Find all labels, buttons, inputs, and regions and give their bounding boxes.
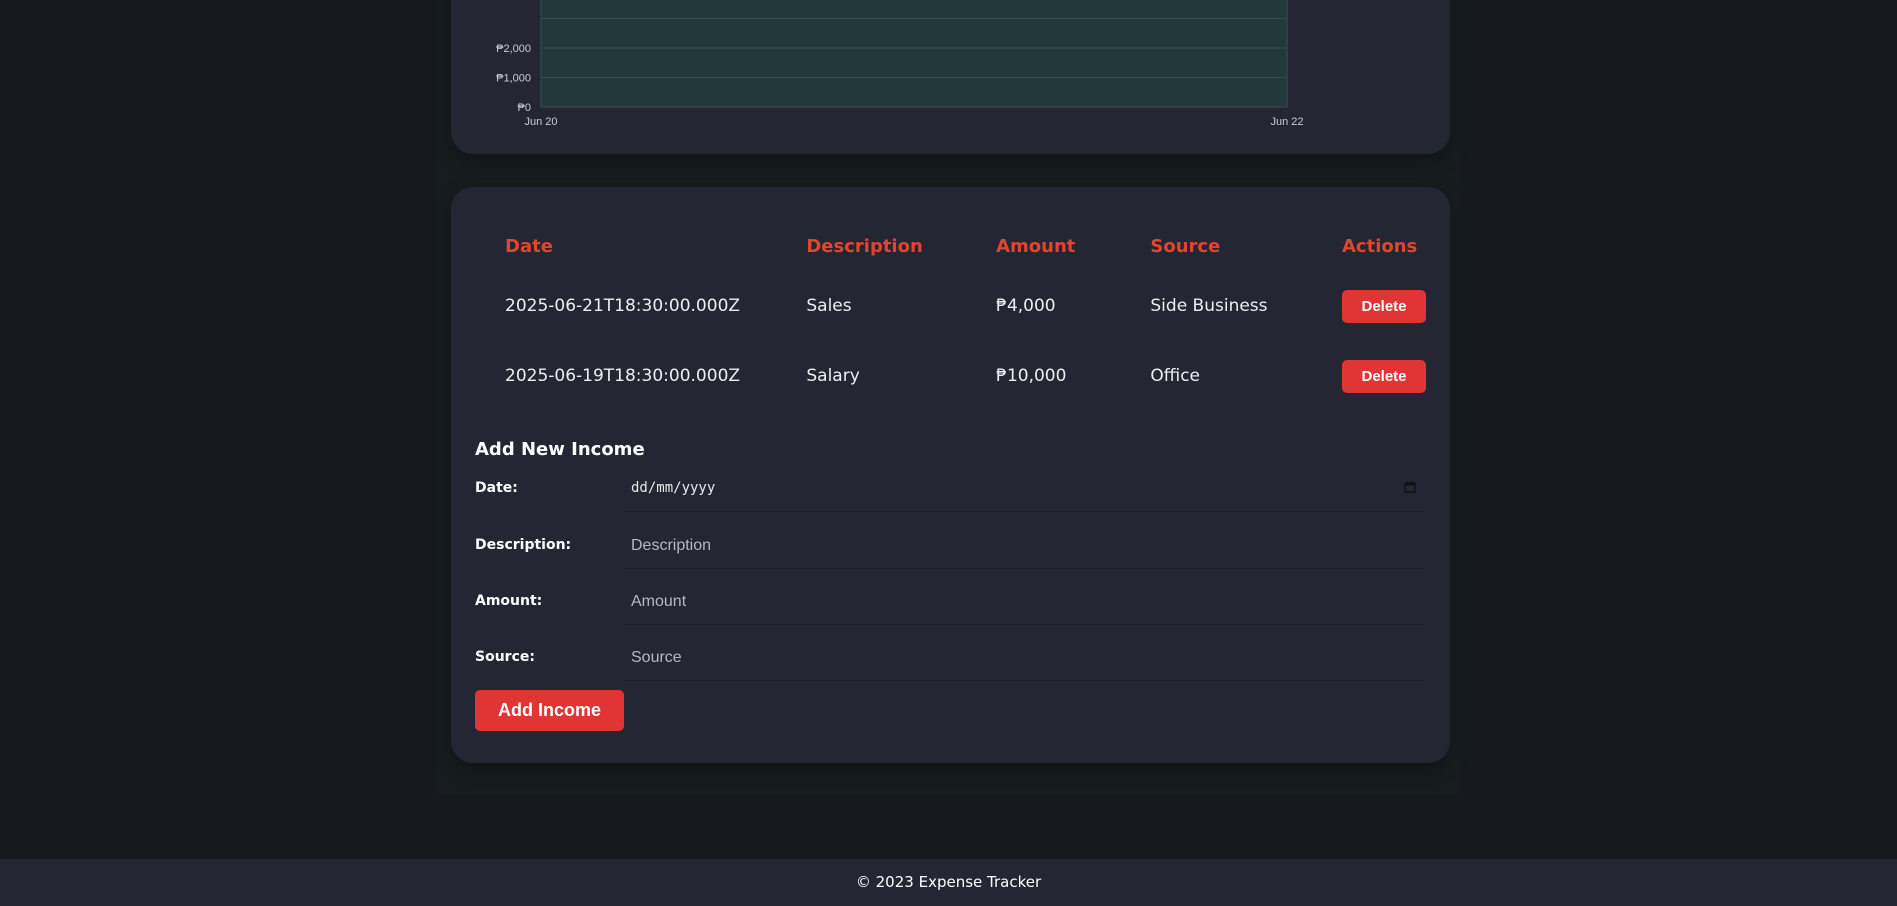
x-tick-label: Jun 20	[524, 116, 557, 128]
cell-source: Office	[1150, 366, 1201, 386]
amount-row: Amount:	[475, 579, 1426, 629]
cell-date: 2025-06-21T18:30:00.000Z	[505, 296, 741, 316]
source-row: Source:	[475, 635, 1426, 685]
footer: © 2023 Expense Tracker	[0, 859, 1897, 906]
date-field-value: dd/mm/yyyy	[631, 480, 716, 496]
cell-description: Salary	[806, 366, 860, 386]
calendar-icon[interactable]	[1404, 481, 1416, 493]
income-chart-card: ₱0 ₱1,000 ₱2,000 Jun 20 Jun 22	[451, 0, 1450, 154]
amount-label: Amount:	[475, 593, 543, 609]
header-source: Source	[1150, 235, 1221, 257]
add-income-button[interactable]: Add Income	[475, 690, 624, 731]
amount-field[interactable]	[623, 579, 1424, 625]
x-tick-label: Jun 22	[1270, 116, 1303, 128]
header-description: Description	[806, 235, 923, 257]
chart-area-series	[541, 0, 1287, 107]
cell-amount: ₱10,000	[996, 366, 1067, 386]
y-tick-label: ₱2,000	[496, 43, 531, 55]
cell-actions: Delete	[1312, 341, 1426, 411]
y-tick-label: ₱0	[518, 102, 531, 114]
date-field[interactable]	[623, 466, 1424, 512]
income-table-card: Date Description Amount Source Actions 2…	[451, 187, 1450, 763]
table-row: 2025-06-21T18:30:00.000Z Sales ₱4,000 Si…	[475, 271, 1426, 341]
table-header-row: Date Description Amount Source Actions	[475, 221, 1426, 271]
cell-description: Sales	[806, 296, 852, 316]
date-label: Date:	[475, 480, 518, 496]
description-label: Description:	[475, 537, 572, 553]
delete-button[interactable]: Delete	[1342, 359, 1426, 393]
description-field[interactable]	[623, 523, 1424, 569]
description-row: Description:	[475, 523, 1426, 573]
table-row: 2025-06-19T18:30:00.000Z Salary ₱10,000 …	[475, 341, 1426, 411]
delete-button[interactable]: Delete	[1342, 289, 1426, 323]
y-tick-label: ₱1,000	[496, 73, 531, 85]
date-row: Date: dd/mm/yyyy	[475, 466, 1426, 516]
form-title: Add New Income	[475, 439, 645, 460]
cell-date: 2025-06-19T18:30:00.000Z	[505, 366, 741, 386]
source-label: Source:	[475, 649, 535, 665]
header-amount: Amount	[996, 235, 1076, 257]
cell-amount: ₱4,000	[996, 296, 1056, 316]
income-table: Date Description Amount Source Actions 2…	[475, 221, 1426, 411]
cell-source: Side Business	[1150, 296, 1268, 316]
source-field[interactable]	[623, 635, 1424, 681]
header-date: Date	[505, 235, 553, 257]
cell-actions: Delete	[1312, 271, 1426, 341]
income-chart: ₱0 ₱1,000 ₱2,000 Jun 20 Jun 22	[496, 0, 1304, 128]
header-actions: Actions	[1342, 235, 1418, 257]
footer-text: © 2023 Expense Tracker	[855, 873, 1042, 891]
